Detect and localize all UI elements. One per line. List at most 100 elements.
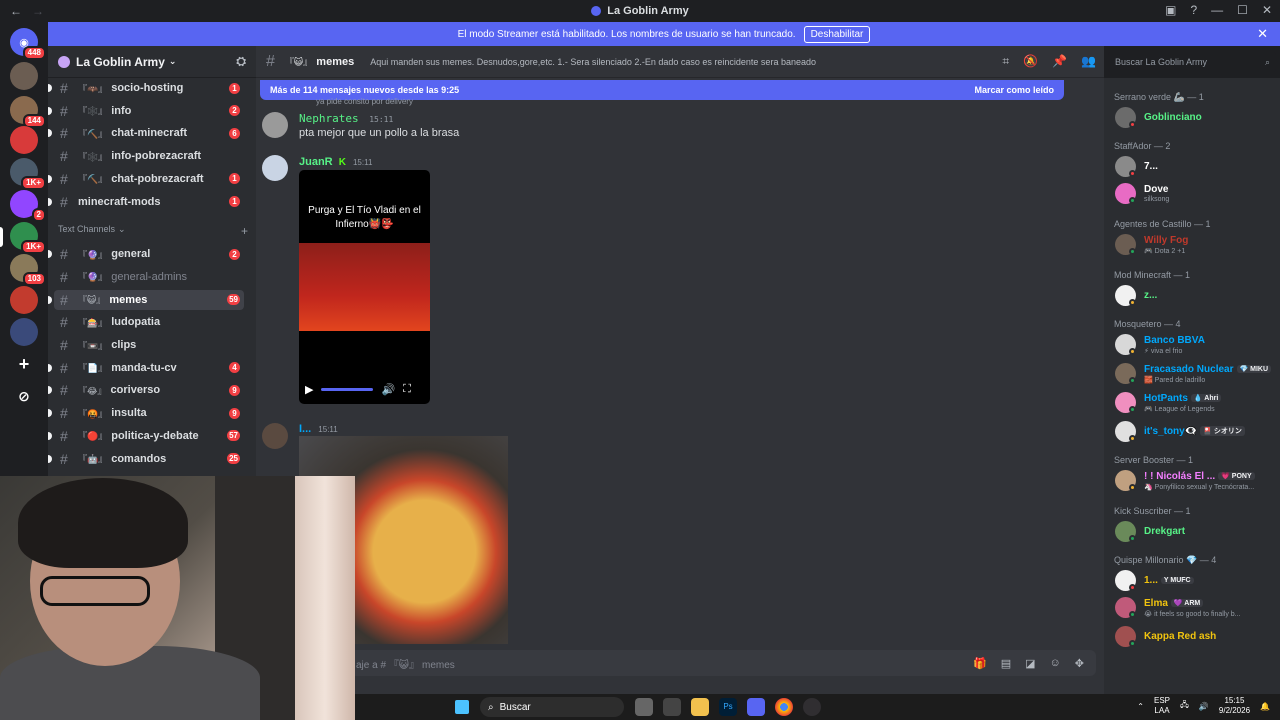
mark-read-button[interactable]: Marcar como leído xyxy=(974,85,1054,95)
taskbar-search[interactable]: ⌕ Buscar xyxy=(480,697,624,717)
message-author[interactable]: Nephrates 15:11 xyxy=(299,112,393,125)
notifications-icon[interactable]: 🔕 xyxy=(1023,54,1038,69)
emoji-icon[interactable]: ☺ xyxy=(1050,657,1061,670)
member-item[interactable]: z... xyxy=(1114,284,1276,308)
minimize-icon[interactable]: — xyxy=(1211,3,1223,17)
tray-arrow-icon[interactable]: ⌃ xyxy=(1137,702,1144,711)
task-view-icon[interactable] xyxy=(635,698,653,716)
app-icon[interactable] xyxy=(663,698,681,716)
windows-start-icon[interactable] xyxy=(455,700,469,714)
help-icon[interactable]: ? xyxy=(1190,3,1197,17)
member-item[interactable]: Goblinciano xyxy=(1114,106,1276,130)
member-tag: 💗 PONY xyxy=(1218,472,1255,480)
file-explorer-icon[interactable] xyxy=(691,698,709,716)
member-name-text: Banco BBVA xyxy=(1144,335,1205,346)
channel-clips[interactable]: # 『📼』 clips xyxy=(54,335,244,355)
server-icon[interactable] xyxy=(10,62,38,90)
network-icon[interactable]: 🖧 xyxy=(1180,699,1189,713)
clock[interactable]: 15:15 9/2/2026 xyxy=(1219,696,1250,716)
language-indicator[interactable]: ESP LAA xyxy=(1154,696,1170,716)
pinned-icon[interactable]: 📌 xyxy=(1052,54,1067,69)
sticker-icon[interactable]: ◪ xyxy=(1025,657,1035,670)
channel-general[interactable]: # 『🔮』 general 2 xyxy=(48,244,244,264)
presence-indicator xyxy=(1129,584,1136,591)
photoshop-icon[interactable]: Ps xyxy=(719,698,737,716)
member-item[interactable]: 1... Y MUFC xyxy=(1114,569,1276,593)
server-icon[interactable]: 1K+ xyxy=(10,222,46,254)
add-server-icon[interactable]: + xyxy=(10,350,38,378)
volume-icon[interactable]: 🔊 xyxy=(1199,702,1209,711)
message-input[interactable]: aje a # 『😺』 memes 🎁 ▤ ◪ ☺ ✥ xyxy=(264,650,1096,676)
server-icon[interactable] xyxy=(10,126,38,154)
volume-icon[interactable]: 🔊 xyxy=(381,383,395,396)
member-list-icon[interactable]: 👥 xyxy=(1081,54,1096,69)
category-text-channels[interactable]: Text Channels ⌄ + xyxy=(58,224,248,238)
channel-manda-tu-cv[interactable]: # 『📄』 manda-tu-cv 4 xyxy=(48,358,244,378)
channel-coriverso[interactable]: # 『😂』 coriverso 9 xyxy=(48,380,244,400)
channel-politica-y-debate[interactable]: # 『🔴』 politica-y-debate 57 xyxy=(48,426,244,446)
guild-header[interactable]: La Goblin Army ⌄ ⛭ xyxy=(48,46,256,78)
channel-label: socio-hosting xyxy=(111,82,184,94)
gif-icon[interactable]: ▤ xyxy=(1001,657,1011,670)
member-item[interactable]: Dove silksong xyxy=(1114,182,1276,206)
chrome-icon[interactable] xyxy=(775,698,793,716)
discord-home-icon[interactable]: ◉ 448 xyxy=(10,28,46,60)
server-icon[interactable]: 144 xyxy=(10,96,46,128)
channel-info[interactable]: # 『🕸️』 info 2 xyxy=(48,101,244,121)
member-item[interactable]: Fracasado Nuclear 💎 MIKU 🧱 Pared de ladril… xyxy=(1114,362,1276,386)
play-icon[interactable]: ▶ xyxy=(305,383,313,396)
server-icon[interactable]: 1K+ xyxy=(10,158,46,190)
message-author[interactable]: JuanR K 15:11 xyxy=(299,156,372,168)
maximize-icon[interactable]: ☐ xyxy=(1237,3,1248,17)
search-input[interactable]: Buscar La Goblin Army ⌕ xyxy=(1108,52,1276,72)
invite-people-icon[interactable]: ⛭ xyxy=(236,54,246,69)
fullscreen-icon[interactable]: ⛶ xyxy=(403,383,411,396)
avatar[interactable] xyxy=(262,155,288,181)
member-item[interactable]: it's_tony👁️‍🗨️ 🎴 シオリン xyxy=(1114,420,1276,444)
channel-info-pobrezacraft[interactable]: # 『🕸️』 info-pobrezacraft xyxy=(54,146,244,166)
notifications-bell-icon[interactable]: 🔔 xyxy=(1260,702,1270,711)
channel-general-admins[interactable]: # 『🔮』 general-admins xyxy=(54,267,244,287)
channel-chat-pobrezacraft[interactable]: # 『⛏️』 chat-pobrezacraft 1 xyxy=(48,169,244,189)
gift-icon[interactable]: 🎁 xyxy=(973,657,987,670)
member-item[interactable]: ! ! Nicolás El ... 💗 PONY 🦄 Ponyfilico sex… xyxy=(1114,469,1276,493)
discover-icon[interactable]: ⊘ xyxy=(10,382,38,410)
server-icon[interactable] xyxy=(10,318,38,346)
create-channel-icon[interactable]: + xyxy=(241,224,248,238)
server-icon[interactable] xyxy=(10,286,38,314)
channel-socio-hosting[interactable]: # 『🦇』 socio-hosting 1 xyxy=(48,78,244,98)
member-item[interactable]: Kappa Red ash xyxy=(1114,625,1276,649)
member-item[interactable]: Drekgart xyxy=(1114,520,1276,544)
channel-chat-minecraft[interactable]: # 『⛏️』 chat-minecraft 6 xyxy=(48,123,244,143)
channel-topic[interactable]: Aqui manden sus memes. Desnudos,gore,etc… xyxy=(370,57,830,67)
channel-insulta[interactable]: # 『🤬』 insulta 9 xyxy=(48,403,244,423)
obs-icon[interactable] xyxy=(803,698,821,716)
close-window-icon[interactable]: ✕ xyxy=(1262,3,1272,17)
inbox-icon[interactable]: ▣ xyxy=(1165,3,1176,17)
discord-icon[interactable] xyxy=(747,698,765,716)
channel-ludopatia[interactable]: # 『🎰』 ludopatia xyxy=(54,312,244,332)
volume-slider[interactable] xyxy=(321,388,374,391)
disable-streamer-button[interactable]: Deshabilitar xyxy=(803,25,871,43)
avatar[interactable] xyxy=(262,112,288,138)
threads-icon[interactable]: ⌗ xyxy=(1002,54,1009,69)
reply-preview[interactable]: ya pide consito por delivery xyxy=(316,97,413,106)
member-item[interactable]: Willy Fog 🎮 Dota 2 +1 xyxy=(1114,233,1276,257)
avatar[interactable] xyxy=(262,423,288,449)
channel-minecraft-mods[interactable]: # minecraft-mods 1 xyxy=(48,192,244,212)
member-item[interactable]: 7... xyxy=(1114,155,1276,179)
member-item[interactable]: HotPants 💧 Ahri 🎮 League of Legends xyxy=(1114,391,1276,415)
message-author[interactable]: I... 15:11 xyxy=(299,423,338,435)
close-banner-icon[interactable]: ✕ xyxy=(1257,26,1268,42)
channel-comandos[interactable]: # 『🤖』 comandos 25 xyxy=(48,449,244,469)
apps-icon[interactable]: ✥ xyxy=(1075,657,1084,670)
member-item[interactable]: Banco BBVA ⚡ viva el frio xyxy=(1114,333,1276,357)
channel-memes[interactable]: # 『😺』 memes 59 xyxy=(48,289,244,310)
member-name-text: Goblinciano xyxy=(1144,112,1202,123)
server-icon[interactable]: 103 xyxy=(10,254,46,286)
twitch-server-icon[interactable]: 2 xyxy=(10,190,46,222)
guild-icon xyxy=(58,55,70,68)
video-embed[interactable]: Purga y El Tío Vladi en el Infierno👹👺 ▶ … xyxy=(299,170,430,404)
member-item[interactable]: Elma 💜 ARM 😭 it feels so good to finally b… xyxy=(1114,596,1276,620)
author-name: JuanR xyxy=(299,156,333,168)
